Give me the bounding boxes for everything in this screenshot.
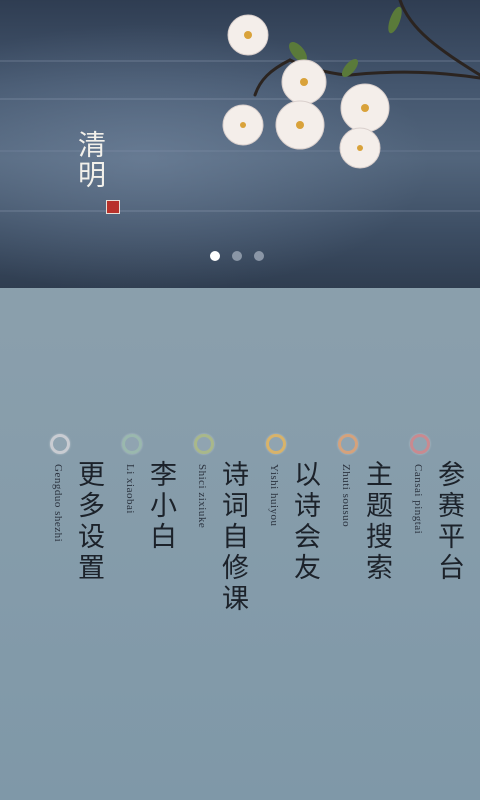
menu-item-label: 李小白 bbox=[145, 460, 176, 553]
banner-carousel[interactable]: 清明 bbox=[0, 0, 480, 288]
blossom-branch-image bbox=[222, 0, 480, 169]
ring-icon bbox=[338, 434, 358, 454]
ring-icon bbox=[410, 434, 430, 454]
ring-icon bbox=[50, 434, 70, 454]
carousel-dot-1[interactable] bbox=[210, 251, 220, 261]
menu-item-yishi-huiyou[interactable]: Yishi huiyou 以诗会友 bbox=[266, 432, 326, 632]
menu-item-pinyin: Li xiaobai bbox=[124, 464, 136, 514]
carousel-dot-2[interactable] bbox=[232, 251, 242, 261]
main-menu: Cansai pingtai 参赛平台 Zhuti sousuo 主题搜索 Yi… bbox=[0, 432, 480, 632]
menu-item-pinyin: Cansai pingtai bbox=[412, 464, 424, 535]
menu-item-pinyin: Shici zixiuke bbox=[196, 464, 208, 529]
banner-title: 清明 bbox=[74, 130, 107, 190]
menu-item-pinyin: Gengduo shezhi bbox=[52, 464, 64, 543]
menu-item-label: 主题搜索 bbox=[361, 460, 392, 584]
menu-item-li-xiaobai[interactable]: Li xiaobai 李小白 bbox=[122, 432, 182, 632]
menu-item-cansai-pingtai[interactable]: Cansai pingtai 参赛平台 bbox=[410, 432, 470, 632]
menu-item-label: 诗词自修课 bbox=[217, 460, 248, 615]
menu-item-label: 更多设置 bbox=[73, 460, 104, 584]
ring-icon bbox=[266, 434, 286, 454]
red-seal-icon bbox=[106, 200, 120, 214]
ring-icon bbox=[122, 434, 142, 454]
menu-item-pinyin: Zhuti sousuo bbox=[340, 464, 352, 528]
carousel-indicator bbox=[210, 251, 264, 261]
menu-item-gengduo-shezhi[interactable]: Gengduo shezhi 更多设置 bbox=[50, 432, 110, 632]
menu-item-zhuti-sousuo[interactable]: Zhuti sousuo 主题搜索 bbox=[338, 432, 398, 632]
menu-item-label: 以诗会友 bbox=[289, 460, 320, 584]
ring-icon bbox=[194, 434, 214, 454]
menu-item-label: 参赛平台 bbox=[433, 460, 464, 584]
menu-item-shici-zixiuke[interactable]: Shici zixiuke 诗词自修课 bbox=[194, 432, 254, 632]
carousel-dot-3[interactable] bbox=[254, 251, 264, 261]
menu-item-pinyin: Yishi huiyou bbox=[268, 464, 280, 527]
